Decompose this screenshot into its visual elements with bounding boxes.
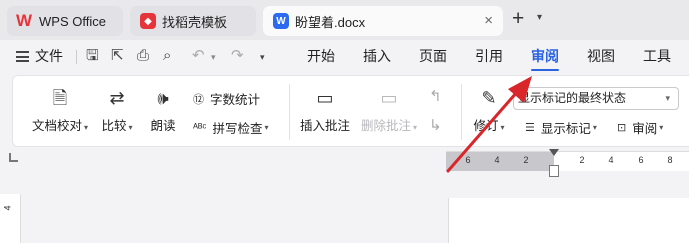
menu-bar: 文件 🖫 ⇱ ⎙ ⌕ ↶ ▾ ↷ ▾ 开始 插入 页面 引用 审阅 视图 工具: [0, 40, 689, 72]
spell-check-button[interactable]: ᴬᴮᶜ 拼写检查 ▾: [193, 118, 268, 137]
review-pane-icon: ⊡: [617, 122, 627, 134]
proofread-icon: 🗎: [52, 88, 68, 108]
chevron-down-icon[interactable]: ▾: [537, 12, 542, 23]
tab-home[interactable]: 开始: [307, 46, 335, 66]
read-aloud-label: 朗读: [150, 119, 176, 133]
ruler-corner-tab-stop[interactable]: [9, 153, 18, 162]
word-count-button[interactable]: ⑫ 字数统计: [193, 89, 260, 108]
left-indent-marker[interactable]: [549, 165, 559, 177]
menu-divider: [76, 50, 77, 64]
read-aloud-button[interactable]: 🕪 朗读: [149, 86, 177, 134]
next-comment-icon[interactable]: ↳: [429, 117, 442, 135]
quick-access-more-icon[interactable]: ▾: [260, 52, 265, 63]
tab-review[interactable]: 审阅: [531, 46, 559, 71]
new-tab-button[interactable]: +: [512, 8, 524, 30]
delete-comment-button[interactable]: ▭ 删除批注 ▾: [359, 86, 419, 134]
compare-button[interactable]: ⇄ 比较 ▾: [99, 86, 135, 134]
ribbon-divider: [289, 84, 290, 140]
compare-icon: ⇄: [109, 88, 125, 108]
tab-template-store[interactable]: ◆ 找稻壳模板: [130, 6, 256, 36]
delete-comment-icon: ▭: [380, 88, 398, 108]
tab-document-label: 盼望着.docx: [295, 14, 366, 30]
chevron-down-icon: ▾: [500, 123, 505, 132]
close-icon[interactable]: ×: [484, 12, 493, 29]
chevron-down-icon: ▾: [264, 123, 269, 132]
vertical-ruler-tick: 4: [2, 205, 13, 211]
ruler-tick: 2: [579, 155, 585, 165]
chevron-down-icon: ▾: [128, 123, 133, 132]
proofread-label: 文档校对: [31, 119, 82, 133]
redo-icon[interactable]: ↷: [231, 47, 244, 65]
review-ribbon: 🗎 文档校对 ▾ ⇄ 比较 ▾ 🕪 朗读 ⑫ 字数统计 ᴬᴮᶜ 拼写检查 ▾ ▭ 插…: [12, 75, 689, 147]
ruler-tick: 6: [465, 155, 471, 165]
undo-dropdown-icon[interactable]: ▾: [211, 52, 216, 63]
insert-comment-icon: ▭: [316, 88, 334, 108]
chevron-down-icon: ▾: [413, 123, 418, 132]
track-changes-icon: ✎: [481, 88, 497, 108]
print-preview-icon[interactable]: ⌕: [163, 47, 171, 65]
chevron-down-icon: ▾: [659, 123, 664, 132]
document-page[interactable]: [448, 198, 689, 243]
tab-template-store-label: 找稻壳模板: [162, 14, 228, 30]
ruler-tick: 2: [523, 155, 529, 165]
horizontal-ruler[interactable]: 6 4 2 2 4 6 8: [446, 151, 689, 171]
ruler-tick: 8: [667, 155, 673, 165]
print-icon[interactable]: ⎙: [137, 47, 149, 65]
show-markup-button[interactable]: ☰ 显示标记 ▾: [525, 118, 597, 137]
export-icon[interactable]: ⇱: [111, 47, 124, 65]
tab-view[interactable]: 视图: [587, 46, 615, 66]
markup-display-select[interactable]: 显示标记的最终状态 ▾: [513, 87, 679, 110]
vertical-ruler[interactable]: 4: [0, 194, 21, 243]
insert-comment-button[interactable]: ▭ 插入批注: [299, 86, 351, 134]
read-aloud-icon: 🕪: [157, 88, 169, 108]
tab-wps-office-label: WPS Office: [39, 13, 106, 29]
tab-tools[interactable]: 工具: [643, 46, 671, 66]
review-pane-label: 审阅: [632, 122, 658, 136]
tab-insert[interactable]: 插入: [363, 46, 391, 66]
delete-comment-label: 删除批注: [360, 119, 411, 133]
show-markup-label: 显示标记: [540, 122, 591, 136]
previous-comment-icon[interactable]: ↰: [429, 88, 442, 106]
chevron-down-icon: ▾: [84, 123, 89, 132]
first-line-indent-marker[interactable]: [549, 149, 559, 156]
title-tab-bar: W WPS Office ◆ 找稻壳模板 W 盼望着.docx × + ▾: [0, 0, 689, 40]
wps-logo-icon: W: [15, 11, 33, 30]
ruler-tick: 4: [608, 155, 614, 165]
word-count-label: 字数统计: [210, 93, 261, 107]
ruler-tick: 6: [638, 155, 644, 165]
markup-display-value: 显示标记的最终状态: [518, 91, 627, 105]
hamburger-menu-icon[interactable]: [16, 51, 29, 62]
proofread-button[interactable]: 🗎 文档校对 ▾: [29, 86, 91, 134]
tab-document[interactable]: W 盼望着.docx ×: [263, 6, 503, 36]
show-markup-icon: ☰: [525, 122, 535, 134]
compare-label: 比较: [101, 119, 127, 133]
review-pane-button[interactable]: ⊡ 审阅 ▾: [617, 118, 663, 137]
chevron-down-icon: ▾: [592, 123, 597, 132]
undo-icon[interactable]: ↶: [192, 47, 205, 65]
tab-page[interactable]: 页面: [419, 46, 447, 66]
word-count-icon: ⑫: [193, 93, 204, 106]
track-changes-label: 修订: [473, 119, 499, 133]
template-icon: ◆: [140, 13, 156, 29]
menu-file[interactable]: 文件: [35, 46, 63, 66]
chevron-down-icon: ▾: [665, 93, 670, 103]
spell-check-icon: ᴬᴮᶜ: [193, 121, 207, 134]
save-icon[interactable]: 🖫: [86, 47, 99, 65]
insert-comment-label: 插入批注: [299, 119, 350, 133]
ruler-tick: 4: [494, 155, 500, 165]
word-doc-icon: W: [273, 13, 289, 29]
tab-wps-office[interactable]: W WPS Office: [7, 6, 123, 36]
spell-check-label: 拼写检查: [212, 122, 263, 136]
ribbon-divider: [461, 84, 462, 140]
tab-references[interactable]: 引用: [475, 46, 503, 66]
track-changes-button[interactable]: ✎ 修订 ▾: [469, 86, 509, 134]
